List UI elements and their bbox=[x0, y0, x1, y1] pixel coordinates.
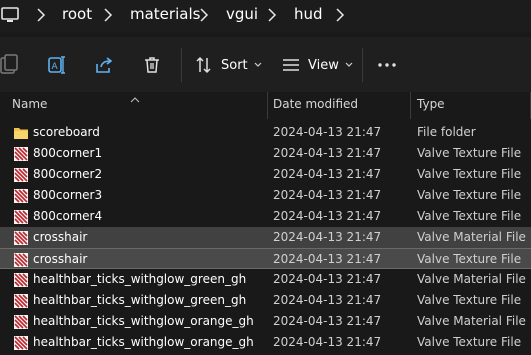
file-name: healthbar_ticks_withglow_green_gh bbox=[33, 293, 247, 307]
sort-ascending-icon bbox=[130, 92, 140, 103]
chevron-right-icon[interactable] bbox=[199, 7, 209, 23]
file-name: 800corner4 bbox=[33, 209, 103, 223]
breadcrumb-vgui[interactable]: vgui bbox=[226, 5, 258, 23]
file-type: Valve Texture File bbox=[417, 188, 522, 202]
texture-file-icon bbox=[13, 252, 29, 268]
sort-button[interactable]: Sort bbox=[195, 53, 262, 77]
file-date-modified: 2024-04-13 21:47 bbox=[273, 293, 382, 307]
file-name: crosshair bbox=[33, 230, 88, 244]
texture-file-icon bbox=[13, 293, 29, 309]
view-button[interactable]: View bbox=[282, 53, 353, 77]
file-date-modified: 2024-04-13 21:47 bbox=[273, 146, 382, 160]
svg-text:A: A bbox=[52, 62, 59, 72]
file-row[interactable]: 800corner2 2024-04-13 21:47 Valve Texture … bbox=[0, 164, 531, 185]
delete-button[interactable] bbox=[144, 53, 160, 77]
file-type: Valve Texture File bbox=[417, 293, 522, 307]
breadcrumb: root materials vgui hud bbox=[0, 0, 531, 32]
file-date-modified: 2024-04-13 21:47 bbox=[273, 314, 382, 328]
file-row[interactable]: crosshair 2024-04-13 21:47 Valve Texture F… bbox=[0, 248, 531, 269]
file-row[interactable]: 800corner4 2024-04-13 21:47 Valve Texture … bbox=[0, 206, 531, 227]
command-bar: A Sort View bbox=[0, 37, 531, 93]
chevron-right-icon[interactable] bbox=[36, 7, 46, 23]
more-icon bbox=[377, 62, 397, 68]
file-row[interactable]: healthbar_ticks_withglow_green_gh 2024-04… bbox=[0, 290, 531, 311]
view-icon bbox=[282, 57, 300, 73]
toolbar-divider bbox=[362, 48, 363, 82]
file-date-modified: 2024-04-13 21:47 bbox=[273, 188, 382, 202]
file-name: 800corner3 bbox=[33, 188, 103, 202]
breadcrumb-root[interactable]: root bbox=[62, 5, 92, 23]
file-type: Valve Material File bbox=[417, 314, 526, 328]
file-name: crosshair bbox=[33, 252, 88, 266]
column-divider[interactable] bbox=[410, 92, 411, 119]
file-type: Valve Material File bbox=[417, 272, 526, 286]
column-header-row: Name Date modified Type bbox=[0, 92, 531, 119]
chevron-down-icon bbox=[254, 62, 262, 68]
file-row[interactable]: healthbar_ticks_withglow_orange_gh 2024-0… bbox=[0, 311, 531, 332]
file-name: 800corner2 bbox=[33, 167, 103, 181]
file-row[interactable]: crosshair 2024-04-13 21:47 Valve Material … bbox=[0, 227, 531, 248]
texture-file-icon bbox=[13, 167, 29, 183]
file-row[interactable]: 800corner3 2024-04-13 21:47 Valve Texture … bbox=[0, 185, 531, 206]
file-row[interactable]: scoreboard 2024-04-13 21:47 File folder bbox=[0, 122, 531, 143]
chevron-down-icon bbox=[345, 62, 353, 68]
file-name: scoreboard bbox=[33, 125, 100, 139]
file-row[interactable]: healthbar_ticks_withglow_orange_gh 2024-0… bbox=[0, 332, 531, 353]
column-header-type[interactable]: Type bbox=[417, 97, 445, 111]
file-row[interactable]: healthbar_ticks_withglow_green_gh 2024-04… bbox=[0, 269, 531, 290]
file-type: Valve Texture File bbox=[417, 335, 522, 349]
folder-icon bbox=[13, 125, 29, 141]
texture-file-icon bbox=[13, 314, 29, 330]
column-divider[interactable] bbox=[267, 92, 268, 119]
new-item-button[interactable] bbox=[0, 53, 18, 77]
new-item-icon bbox=[0, 54, 18, 76]
file-date-modified: 2024-04-13 21:47 bbox=[273, 252, 382, 266]
texture-file-icon bbox=[13, 209, 29, 225]
column-header-name[interactable]: Name bbox=[12, 97, 47, 111]
file-date-modified: 2024-04-13 21:47 bbox=[273, 125, 382, 139]
chevron-right-icon[interactable] bbox=[267, 7, 277, 23]
texture-file-icon bbox=[13, 146, 29, 162]
file-name: healthbar_ticks_withglow_orange_gh bbox=[33, 335, 254, 349]
file-type: Valve Texture File bbox=[417, 252, 522, 266]
file-date-modified: 2024-04-13 21:47 bbox=[273, 167, 382, 181]
more-options-button[interactable] bbox=[377, 53, 397, 77]
rename-icon: A bbox=[48, 55, 66, 75]
share-button[interactable] bbox=[95, 53, 113, 77]
file-date-modified: 2024-04-13 21:47 bbox=[273, 230, 382, 244]
sort-icon bbox=[195, 56, 213, 74]
file-type: Valve Texture File bbox=[417, 146, 522, 160]
column-header-date-modified[interactable]: Date modified bbox=[273, 97, 358, 111]
file-row[interactable]: 800corner1 2024-04-13 21:47 Valve Texture … bbox=[0, 143, 531, 164]
sort-label: Sort bbox=[221, 57, 248, 73]
file-name: healthbar_ticks_withglow_orange_gh bbox=[33, 314, 254, 328]
breadcrumb-hud[interactable]: hud bbox=[294, 5, 323, 23]
file-name: 800corner1 bbox=[33, 146, 103, 160]
delete-icon bbox=[144, 56, 160, 74]
file-date-modified: 2024-04-13 21:47 bbox=[273, 209, 382, 223]
chevron-right-icon[interactable] bbox=[335, 7, 345, 23]
texture-file-icon bbox=[13, 188, 29, 204]
file-name: healthbar_ticks_withglow_green_gh bbox=[33, 272, 247, 286]
file-date-modified: 2024-04-13 21:47 bbox=[273, 335, 382, 349]
file-type: Valve Texture File bbox=[417, 167, 522, 181]
file-type: File folder bbox=[417, 125, 476, 139]
this-pc-icon[interactable] bbox=[0, 4, 22, 26]
file-type: Valve Texture File bbox=[417, 209, 522, 223]
rename-button[interactable]: A bbox=[48, 53, 66, 77]
toolbar-divider bbox=[181, 48, 182, 82]
share-icon bbox=[95, 56, 113, 74]
breadcrumb-materials[interactable]: materials bbox=[130, 5, 200, 23]
texture-file-icon bbox=[13, 335, 29, 351]
texture-file-icon bbox=[13, 230, 29, 246]
file-date-modified: 2024-04-13 21:47 bbox=[273, 272, 382, 286]
texture-file-icon bbox=[13, 272, 29, 288]
view-label: View bbox=[308, 57, 339, 73]
file-type: Valve Material File bbox=[417, 230, 526, 244]
chevron-right-icon[interactable] bbox=[103, 7, 113, 23]
